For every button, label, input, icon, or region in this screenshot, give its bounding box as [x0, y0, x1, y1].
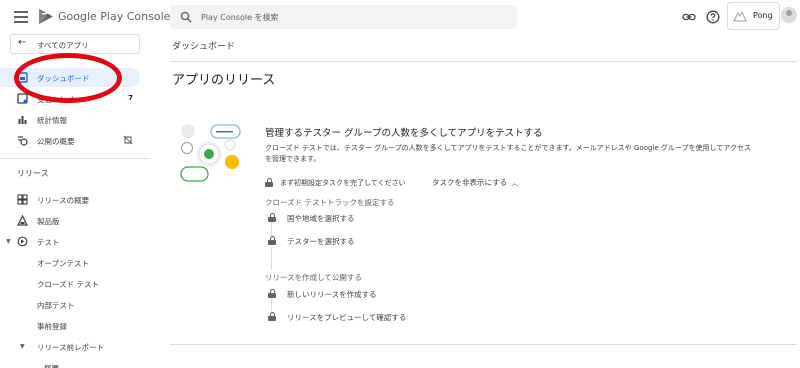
- sidebar: ← すべてのアプリ ダッシュボード 受信トレイ 7 統計情報 公開の概要 リリー…: [0, 34, 150, 368]
- page-title: ダッシュボード: [172, 42, 236, 52]
- sidebar-item-label: 製品版: [37, 217, 60, 226]
- menu-icon[interactable]: [14, 11, 28, 23]
- sidebar-item-open-testing[interactable]: オープンテスト: [0, 253, 150, 272]
- sidebar-item-publishing-overview[interactable]: 公開の概要: [0, 131, 150, 150]
- account-switcher[interactable]: Pong: [727, 2, 780, 30]
- sidebar-divider: [0, 158, 150, 159]
- hide-tasks-button[interactable]: タスクを非表示にする ︿: [432, 177, 518, 188]
- top-bar: Google Play Console Play Console を検索 Pon…: [0, 0, 800, 34]
- lock-icon: [265, 178, 273, 187]
- step-select-testers[interactable]: テスターを選択する: [268, 234, 468, 248]
- sidebar-item-dashboard[interactable]: ダッシュボード: [0, 68, 140, 87]
- card-title: 管理するテスター グループの人数を多くしてアプリをテストする: [265, 128, 543, 139]
- step-select-countries[interactable]: 国や地域を選択する: [268, 211, 468, 225]
- publishing-overview-icon: [18, 136, 28, 146]
- production-icon: [17, 215, 28, 226]
- testing-icon: [17, 236, 28, 247]
- inbox-count-badge: 7: [128, 94, 133, 102]
- app-title: Google Play Console: [58, 10, 171, 23]
- sidebar-item-label: 統計情報: [37, 116, 67, 125]
- expand-caret-icon[interactable]: ▼: [20, 343, 25, 350]
- inbox-icon: [17, 93, 28, 104]
- dashboard-icon: [17, 72, 28, 83]
- sidebar-item-label: リリース前レポート: [37, 343, 105, 352]
- lock-icon: [268, 213, 276, 222]
- help-icon[interactable]: [706, 10, 720, 24]
- card-description: クローズド テストでは、テスター グループの人数を多くしてアプリをテストすること…: [265, 144, 751, 163]
- chevron-up-icon: ︿: [511, 179, 519, 187]
- step-label: 新しいリリースを作成する: [287, 290, 377, 299]
- title-divider: [170, 61, 797, 62]
- expand-caret-icon[interactable]: ▼: [6, 238, 11, 245]
- lock-icon: [268, 236, 276, 245]
- sidebar-item-label: ダッシュボード: [37, 74, 90, 83]
- step-connector: [271, 248, 272, 270]
- developer-account-icon: [733, 10, 747, 22]
- sidebar-item-label: 事前登録: [37, 322, 67, 331]
- lock-icon: [268, 312, 276, 321]
- sidebar-item-releases-overview[interactable]: リリースの概要: [0, 190, 150, 209]
- sidebar-item-testing[interactable]: ▼ テスト: [0, 232, 150, 251]
- sidebar-item-label: 概要: [44, 363, 59, 368]
- sidebar-item-internal-testing[interactable]: 内部テスト: [0, 295, 150, 314]
- bar-chart-icon: [18, 116, 27, 124]
- sidebar-item-label: クローズド テスト: [37, 280, 100, 289]
- sidebar-item-overview[interactable]: 概要: [0, 358, 150, 368]
- all-apps-button[interactable]: ← すべてのアプリ: [10, 34, 140, 54]
- step-create-release[interactable]: 新しいリリースを作成する: [268, 287, 468, 301]
- sidebar-item-production[interactable]: 製品版: [0, 211, 150, 230]
- sidebar-item-label: 受信トレイ: [37, 95, 75, 104]
- step-label: 国や地域を選択する: [287, 214, 355, 223]
- account-name: Pong: [753, 11, 773, 20]
- step-preview-release[interactable]: リリースをプレビューして確認する: [268, 310, 468, 324]
- sidebar-item-label: 公開の概要: [37, 137, 75, 146]
- sidebar-item-label: 内部テスト: [37, 301, 75, 310]
- play-console-logo: [39, 9, 53, 24]
- all-apps-label: すべてのアプリ: [37, 41, 89, 50]
- sidebar-item-pre-registration[interactable]: 事前登録: [0, 316, 150, 335]
- step-label: テスターを選択する: [287, 237, 355, 246]
- hide-tasks-label: タスクを非表示にする: [432, 178, 508, 187]
- search-icon: [180, 11, 192, 23]
- tester-groups-illustration: [180, 124, 241, 182]
- step-group-label: リリースを作成して公開する: [265, 273, 362, 282]
- link-icon[interactable]: [682, 10, 696, 24]
- sidebar-item-label: リリースの概要: [37, 196, 90, 205]
- sidebar-item-inbox[interactable]: 受信トレイ 7: [0, 89, 150, 108]
- sidebar-item-label: テスト: [37, 238, 60, 247]
- setup-task-note: まず初期設定タスクを完了してください: [280, 179, 406, 187]
- sidebar-item-statistics[interactable]: 統計情報: [0, 110, 150, 129]
- managed-publishing-off-icon: [123, 135, 133, 145]
- back-arrow-icon: ←: [18, 37, 27, 48]
- sidebar-item-closed-testing[interactable]: クローズド テスト: [0, 274, 150, 293]
- section-title: アプリのリリース: [172, 73, 276, 88]
- release-section-label: リリース: [17, 169, 49, 178]
- releases-overview-icon: [17, 194, 28, 205]
- search-input[interactable]: Play Console を検索: [201, 12, 279, 23]
- avatar[interactable]: [781, 7, 797, 23]
- step-label: リリースをプレビューして確認する: [287, 313, 407, 322]
- sidebar-item-pre-launch-report[interactable]: ▼ リリース前レポート: [0, 337, 150, 356]
- step-group-label: クローズド テストトラックを設定する: [265, 198, 395, 207]
- section-divider: [170, 344, 797, 345]
- lock-icon: [268, 289, 276, 298]
- sidebar-item-label: オープンテスト: [37, 259, 90, 268]
- search-bar[interactable]: Play Console を検索: [170, 5, 517, 29]
